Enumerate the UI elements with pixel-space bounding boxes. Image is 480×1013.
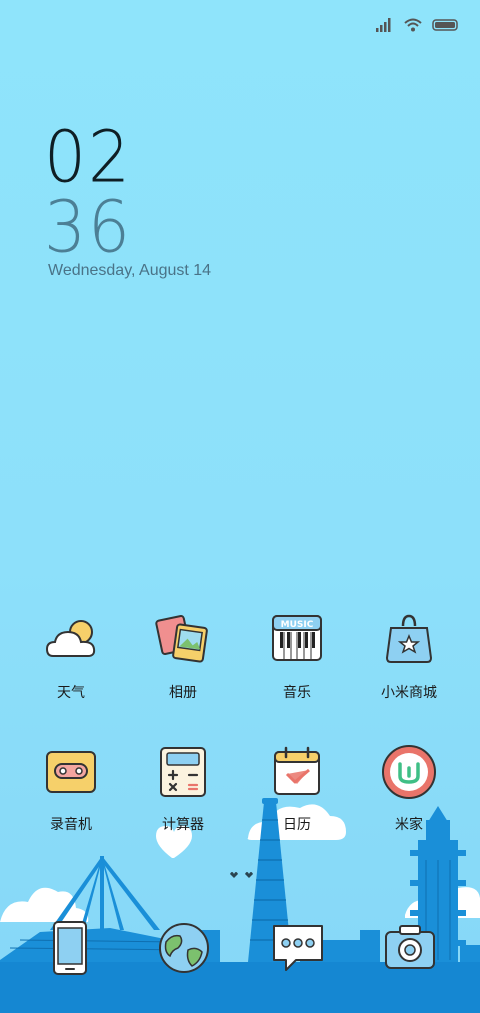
app-label: 米家	[395, 817, 423, 833]
date-label: Wednesday, August 14	[48, 262, 212, 279]
app-recorder[interactable]: 录音机	[16, 744, 126, 834]
mi-home-icon	[382, 745, 436, 799]
clock-hours: 02	[44, 115, 132, 199]
status-bar	[376, 14, 460, 36]
mi-store-icon	[385, 614, 433, 663]
battery-icon	[432, 19, 458, 31]
recorder-icon	[46, 751, 96, 793]
phone-icon[interactable]	[42, 920, 98, 976]
app-gallery[interactable]: 相册	[128, 612, 238, 702]
app-label: 录音机	[50, 817, 92, 833]
calendar-icon	[274, 746, 320, 795]
app-label: 音乐	[283, 685, 311, 701]
browser-globe-icon[interactable]	[156, 920, 212, 976]
app-calculator[interactable]: 计算器	[128, 744, 238, 834]
app-mi-home[interactable]: 米家	[354, 744, 464, 834]
app-label: 日历	[283, 817, 311, 833]
music-icon: MUSIC	[272, 615, 322, 661]
app-label: 相册	[169, 685, 197, 701]
app-mi-store[interactable]: 小米商城	[354, 612, 464, 702]
music-icon-text: MUSIC	[281, 620, 314, 630]
calculator-icon	[160, 747, 206, 797]
wifi-icon	[404, 18, 422, 32]
camera-icon[interactable]	[382, 920, 438, 976]
app-label: 小米商城	[381, 685, 437, 701]
app-music[interactable]: MUSIC 音乐	[242, 612, 352, 702]
gallery-icon	[155, 615, 208, 663]
app-label: 计算器	[162, 817, 204, 833]
weather-icon	[45, 620, 96, 657]
signal-icon	[376, 18, 391, 32]
messages-icon[interactable]	[270, 920, 326, 976]
app-weather[interactable]: 天气	[16, 612, 126, 702]
app-label: 天气	[57, 685, 85, 701]
clock-minutes: 36	[44, 185, 132, 269]
app-calendar[interactable]: 日历	[242, 744, 352, 834]
